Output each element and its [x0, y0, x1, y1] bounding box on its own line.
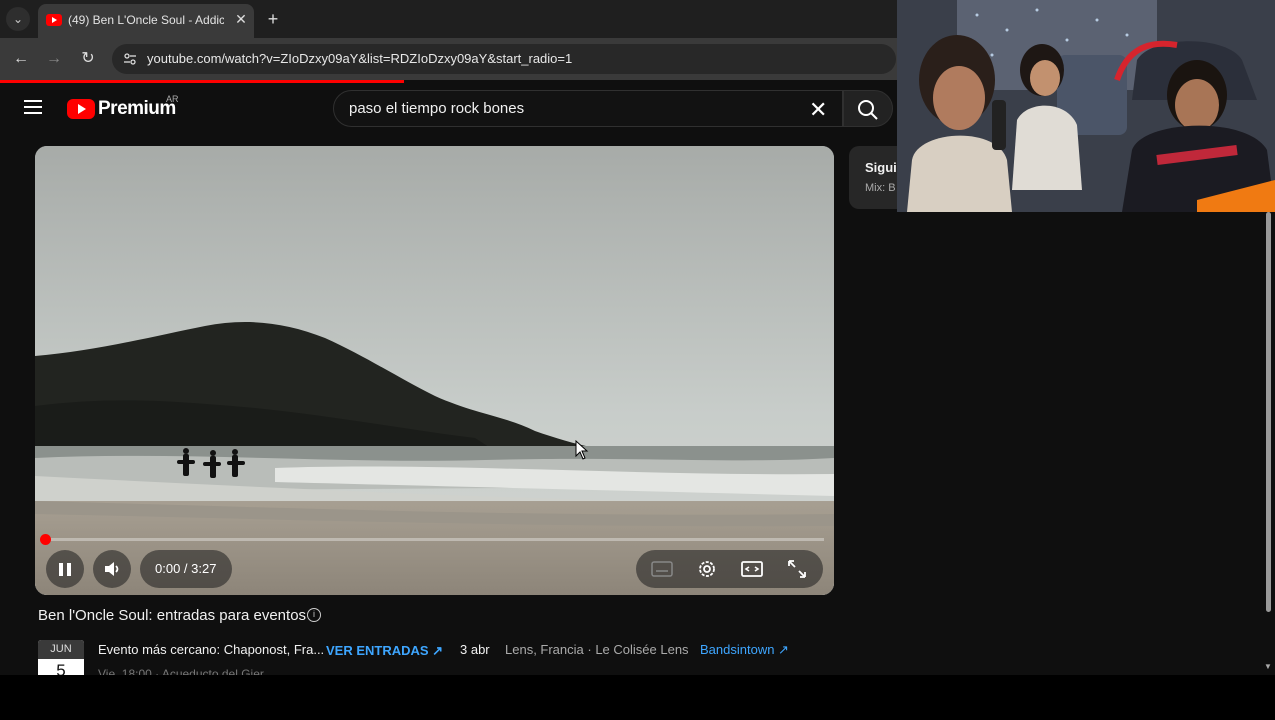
- tickets-link[interactable]: VER ENTRADAS ↗: [326, 643, 443, 659]
- progress-bar[interactable]: [45, 538, 824, 541]
- site-info-icon[interactable]: [122, 51, 138, 67]
- clear-search-icon[interactable]: ✕: [809, 97, 827, 123]
- events-section-title: Ben l'Oncle Soul: entradas para eventos: [38, 607, 307, 624]
- scroll-down-arrow-icon[interactable]: ▼: [1264, 662, 1272, 671]
- browser-toolbar: ← → ↻ youtube.com/watch?v=ZIoDzxy09aY&li…: [0, 38, 900, 80]
- close-icon[interactable]: ✕: [232, 10, 250, 28]
- reload-icon[interactable]: ↻: [77, 48, 99, 70]
- info-icon[interactable]: i: [307, 608, 321, 622]
- webcam-overlay: [897, 0, 1275, 212]
- pause-icon-bar: [67, 563, 71, 576]
- miniplayer-icon[interactable]: [741, 559, 763, 579]
- event-subline: Vie. 18:00 · Acueducto del Gier: [98, 667, 264, 675]
- pause-button[interactable]: [46, 550, 84, 588]
- search-input[interactable]: paso el tiempo rock bones ✕: [333, 90, 843, 127]
- event-month: JUN: [38, 640, 84, 659]
- search-button[interactable]: [843, 90, 893, 127]
- next-up-title: Sigui: [865, 160, 897, 175]
- browser-tab-bar: ⌄ (49) Ben L'Oncle Soul - Addicted ✕ +: [0, 0, 900, 38]
- volume-icon: [105, 562, 119, 576]
- video-frame: [35, 146, 834, 595]
- page-scrollbar[interactable]: ▼: [1262, 212, 1275, 675]
- screen: ⌄ (49) Ben L'Oncle Soul - Addicted ✕ + ←…: [0, 0, 1275, 675]
- event-day: 5: [56, 661, 66, 675]
- volume-button[interactable]: [93, 550, 131, 588]
- tab-title: (49) Ben L'Oncle Soul - Addicted: [68, 13, 224, 27]
- url-text: youtube.com/watch?v=ZIoDzxy09aY&list=RDZ…: [147, 51, 573, 66]
- settings-icon[interactable]: [696, 559, 718, 579]
- forward-icon[interactable]: →: [43, 48, 65, 70]
- cursor-icon: [575, 440, 589, 460]
- youtube-logo-icon[interactable]: [67, 99, 95, 119]
- scrubber-handle[interactable]: [40, 534, 51, 545]
- pause-icon: [59, 563, 63, 576]
- player-right-controls: [636, 550, 823, 588]
- next-up-subtitle: Mix: B: [865, 182, 896, 194]
- search-icon: [858, 100, 878, 120]
- plus-icon[interactable]: +: [262, 8, 284, 30]
- premium-logo-text[interactable]: Premium: [98, 98, 176, 120]
- tab-list-icon[interactable]: ⌄: [6, 7, 30, 31]
- search-query: paso el tiempo rock bones: [349, 100, 525, 117]
- back-icon[interactable]: ←: [10, 48, 32, 70]
- fullscreen-icon[interactable]: [786, 559, 808, 579]
- event-description: Evento más cercano: Chaponost, Fra...: [98, 642, 325, 657]
- youtube-favicon: [46, 14, 62, 26]
- region-code: AR: [166, 94, 179, 104]
- event-date-badge: JUN 5: [38, 640, 84, 675]
- subtitles-icon[interactable]: [651, 559, 673, 579]
- video-player[interactable]: 0:00 / 3:27: [35, 146, 834, 595]
- address-bar[interactable]: youtube.com/watch?v=ZIoDzxy09aY&list=RDZ…: [112, 44, 896, 74]
- bandsintown-link[interactable]: Bandsintown ↗: [700, 642, 789, 658]
- event-date: 3 abr: [460, 642, 490, 657]
- menu-icon[interactable]: [24, 100, 42, 114]
- scrollbar-thumb[interactable]: [1266, 212, 1271, 612]
- browser-tab[interactable]: (49) Ben L'Oncle Soul - Addicted ✕: [38, 4, 254, 38]
- time-text: 0:00 / 3:27: [155, 561, 217, 576]
- time-display: 0:00 / 3:27: [140, 550, 232, 588]
- youtube-masthead: Premium AR paso el tiempo rock bones ✕: [0, 83, 900, 135]
- event-venue: Lens, Francia · Le Colisée Lens: [505, 642, 689, 657]
